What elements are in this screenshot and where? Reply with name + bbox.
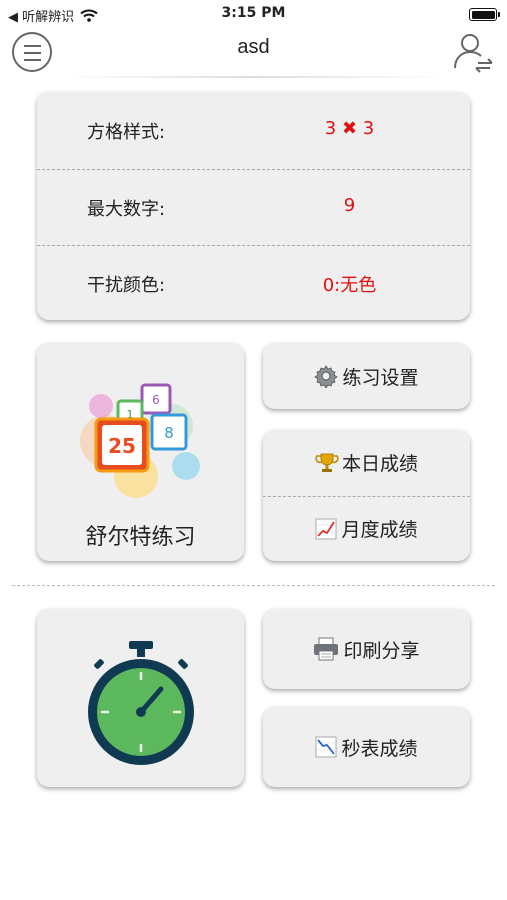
stopwatch-icon (88, 641, 194, 765)
battery-icon (469, 8, 500, 21)
tile-label: 6 (152, 393, 160, 407)
interference-color-value: 0:无色 (322, 275, 377, 296)
stopwatch-card[interactable] (37, 609, 244, 787)
chart-increasing-icon (315, 518, 337, 539)
interference-color-row[interactable]: 干扰颜色: 0:无色 (37, 245, 470, 321)
grid-style-row[interactable]: 方格样式: 3 ✖ 3 (37, 92, 470, 168)
tile-label: 25 (108, 434, 136, 458)
printer-icon (314, 637, 339, 661)
grid-style-label: 方格样式: (87, 122, 166, 143)
schulte-practice-label: 舒尔特练习 (85, 525, 196, 550)
section-divider (12, 585, 495, 586)
grid-style-value: 3 ✖ 3 (324, 118, 375, 139)
page-title: asd (237, 36, 270, 58)
daily-score-label: 本日成绩 (341, 453, 418, 475)
practice-settings-button[interactable]: 练习设置 (263, 343, 470, 409)
stopwatch-score-label: 秒表成绩 (341, 737, 418, 760)
monthly-score-label: 月度成绩 (341, 519, 418, 541)
print-share-label: 印刷分享 (343, 639, 420, 662)
print-share-button[interactable]: 印刷分享 (263, 609, 470, 689)
tile-label: 8 (164, 424, 174, 442)
nav-divider (60, 76, 447, 78)
schulte-practice-card[interactable]: 6 1 8 25 舒尔特练习 (37, 343, 244, 561)
chart-decreasing-icon (315, 736, 337, 758)
status-bar: ◀ 听解辨识 3:15 PM (0, 0, 507, 28)
max-number-value: 9 (343, 195, 356, 216)
max-number-row[interactable]: 最大数字: 9 (37, 169, 470, 245)
practice-settings-label: 练习设置 (342, 366, 419, 389)
switch-user-icon[interactable] (452, 30, 494, 74)
status-time: 3:15 PM (221, 5, 286, 21)
max-number-label: 最大数字: (87, 199, 166, 220)
trophy-icon (315, 453, 339, 472)
daily-score-button[interactable]: 本日成绩 (263, 430, 470, 495)
stopwatch-score-button[interactable]: 秒表成绩 (263, 707, 470, 787)
interference-color-label: 干扰颜色: (87, 275, 166, 296)
records-button-group: 本日成绩 月度成绩 (263, 430, 470, 561)
gear-icon (314, 365, 339, 388)
monthly-score-button[interactable]: 月度成绩 (263, 496, 470, 561)
settings-card[interactable]: 方格样式: 3 ✖ 3 最大数字: 9 干扰颜色: 0:无色 (37, 92, 470, 320)
number-tiles-icon: 6 1 8 25 (80, 383, 200, 498)
